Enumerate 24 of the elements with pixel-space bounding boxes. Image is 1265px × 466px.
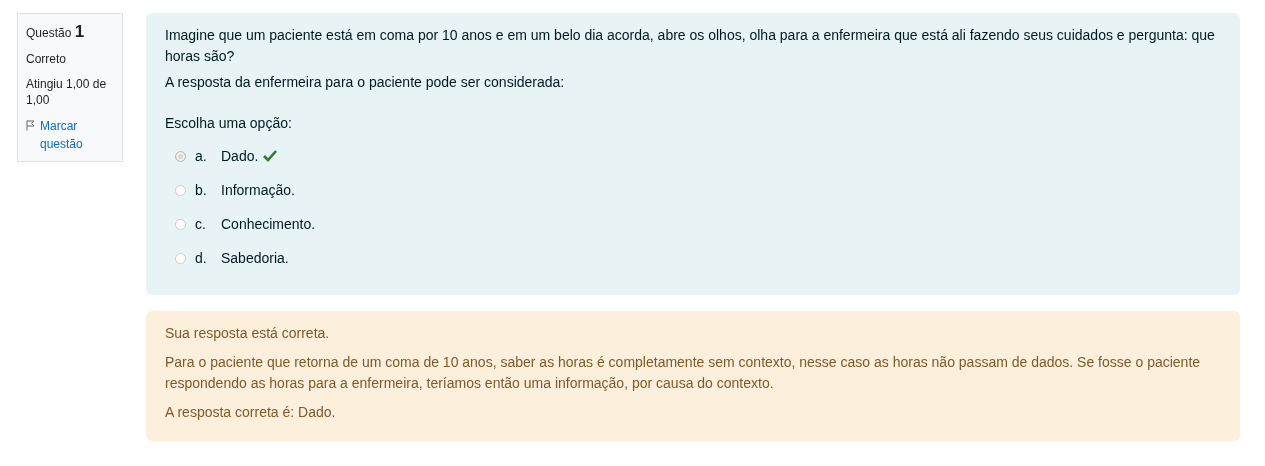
flag-question-link[interactable]: Marcar questão: [40, 117, 115, 153]
question-subtext: A resposta da enfermeira para o paciente pode ser considerada:: [165, 73, 566, 92]
question-text: Imagine que um paciente está em coma por 10 anos e em um belo dia acorda, abre os olhos, olha para a enfermeira que está ali fazendo seus cuidados e pergunta: que horas são?: [165, 26, 1216, 66]
correct-answer: A resposta correta é: Dado.: [165, 403, 337, 422]
radio-button[interactable]: [175, 150, 186, 162]
feedback-status: Sua resposta está correta.: [165, 324, 331, 343]
option-text: Informação.: [221, 182, 295, 198]
option-text: Dado.: [221, 148, 259, 164]
question-grade: Atingiu 1,00 de 1,00: [26, 76, 108, 108]
question-label: Questão: [26, 26, 72, 40]
option-text: Conhecimento.: [221, 216, 316, 232]
question-number: 1: [74, 22, 85, 41]
radio-button[interactable]: [175, 184, 186, 196]
option-letter: a.: [195, 148, 208, 164]
option-text: Sabedoria.: [221, 250, 289, 266]
flag-icon[interactable]: [26, 120, 36, 131]
question-state: Correto: [26, 51, 67, 67]
feedback-explanation: Para o paciente que retorna de um coma de 10 anos, saber as horas é completamente sem contexto, nesse caso as horas não passam de dados. Se fosse o paciente respondendo as horas para a enfermeira, teríamos então uma informação, por causa do contexto.: [165, 353, 1202, 393]
option-letter: b.: [195, 182, 208, 198]
option-letter: d.: [195, 250, 208, 266]
option-letter: c.: [195, 216, 207, 232]
radio-button[interactable]: [175, 218, 186, 230]
radio-button[interactable]: [175, 252, 186, 264]
answer-prompt: Escolha uma opção:: [165, 114, 293, 133]
